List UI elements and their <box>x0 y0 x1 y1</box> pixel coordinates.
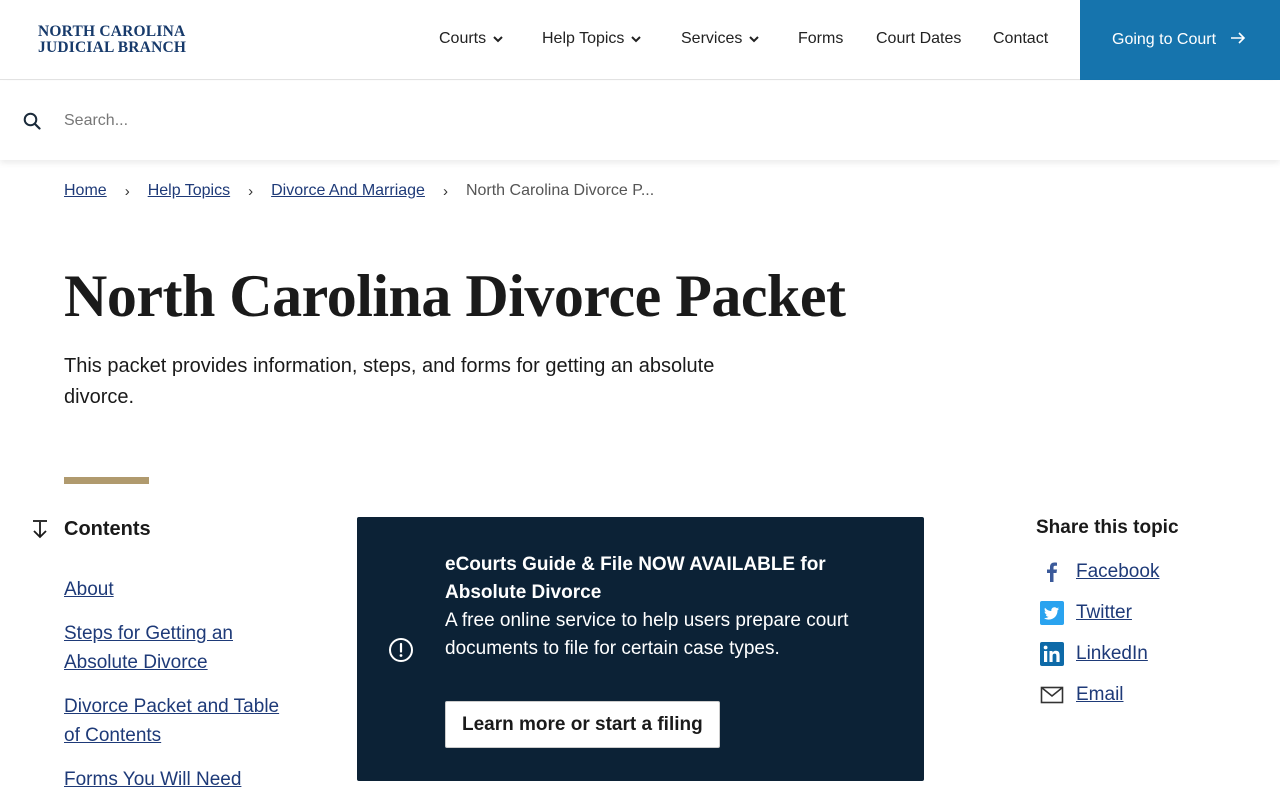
share-item-facebook[interactable]: Facebook <box>1040 558 1159 586</box>
search-input[interactable] <box>64 106 764 136</box>
list-item: Steps for Getting an Absolute Divorce <box>64 619 284 677</box>
toc-link-divorce-packet[interactable]: Divorce Packet and Table of Contents <box>64 696 279 746</box>
breadcrumb-separator-icon: › <box>124 182 130 200</box>
breadcrumb: Home › Help Topics › Divorce And Marriag… <box>64 182 654 200</box>
page-title: North Carolina Divorce Packet <box>64 263 846 329</box>
breadcrumb-current: North Carolina Divorce P... <box>465 182 655 199</box>
page-intro: This packet provides information, steps,… <box>64 355 715 408</box>
alert-body: A free online service to help users prep… <box>445 610 849 659</box>
site-logo[interactable]: NORTH CAROLINA JUDICIAL BRANCH <box>38 24 186 56</box>
email-icon <box>1040 683 1064 707</box>
breadcrumb-help-topics[interactable]: Help Topics <box>148 182 230 200</box>
start-filing-button[interactable]: Learn more or start a filing <box>445 701 720 748</box>
list-item: Forms You Will Need <box>64 765 284 794</box>
contents-heading: Contents <box>64 518 151 540</box>
nav-court-dates[interactable]: Court Dates <box>876 30 961 48</box>
search-icon[interactable] <box>23 112 41 135</box>
share-list: Facebook Twitter LinkedIn Email <box>1040 558 1159 722</box>
alert-title: eCourts Guide & File NOW AVAILABLE for A… <box>445 554 826 603</box>
toc-link-forms[interactable]: Forms You Will Need <box>64 769 241 790</box>
facebook-icon <box>1040 560 1064 584</box>
nav-courts-label: Courts <box>439 30 487 47</box>
contents-list: About Steps for Getting an Absolute Divo… <box>64 575 284 800</box>
nav-help-topics-label: Help Topics <box>542 30 625 47</box>
nav-court-dates-label: Court Dates <box>876 30 962 47</box>
share-twitter-link[interactable]: Twitter <box>1076 602 1132 624</box>
accent-divider <box>64 477 149 484</box>
nav-forms-label: Forms <box>798 30 844 47</box>
nav-contact-label: Contact <box>993 30 1049 47</box>
breadcrumb-separator-icon: › <box>248 182 254 200</box>
list-item: About <box>64 575 284 604</box>
going-to-court-button[interactable]: Going to Court <box>1080 0 1280 80</box>
nav-help-topics[interactable]: Help Topics <box>542 30 642 48</box>
nav-forms[interactable]: Forms <box>798 30 843 48</box>
chevron-down-icon <box>748 33 760 45</box>
going-to-court-label: Going to Court <box>1112 31 1217 48</box>
breadcrumb-divorce-and-marriage[interactable]: Divorce And Marriage <box>271 182 425 200</box>
share-heading: Share this topic <box>1036 517 1179 538</box>
chevron-down-icon <box>630 33 642 45</box>
nav-services-label: Services <box>681 30 743 47</box>
linkedin-icon <box>1040 642 1064 666</box>
share-linkedin-link[interactable]: LinkedIn <box>1076 643 1148 665</box>
nav-contact[interactable]: Contact <box>993 30 1048 48</box>
share-item-email[interactable]: Email <box>1040 681 1159 709</box>
twitter-icon <box>1040 601 1064 625</box>
share-facebook-link[interactable]: Facebook <box>1076 561 1159 583</box>
breadcrumb-separator-icon: › <box>442 182 448 200</box>
list-item: Divorce Packet and Table of Contents <box>64 692 284 750</box>
share-item-linkedin[interactable]: LinkedIn <box>1040 640 1159 668</box>
arrow-right-icon <box>1230 31 1246 50</box>
toc-link-steps[interactable]: Steps for Getting an Absolute Divorce <box>64 623 233 673</box>
logo-line-1: NORTH CAROLINA <box>38 23 186 40</box>
logo-line-2: JUDICIAL BRANCH <box>38 39 187 56</box>
chevron-down-icon <box>492 33 504 45</box>
breadcrumb-home[interactable]: Home <box>64 182 107 200</box>
site-header: NORTH CAROLINA JUDICIAL BRANCH Courts He… <box>0 0 1280 80</box>
arrow-down-icon <box>31 520 49 545</box>
toc-link-about[interactable]: About <box>64 579 114 600</box>
alert-info-icon <box>388 637 414 668</box>
share-email-link[interactable]: Email <box>1076 684 1124 706</box>
nav-services[interactable]: Services <box>681 30 760 48</box>
share-item-twitter[interactable]: Twitter <box>1040 599 1159 627</box>
search-bar <box>0 81 1280 160</box>
nav-courts[interactable]: Courts <box>439 30 504 48</box>
ecourts-alert: eCourts Guide & File NOW AVAILABLE for A… <box>357 517 924 781</box>
